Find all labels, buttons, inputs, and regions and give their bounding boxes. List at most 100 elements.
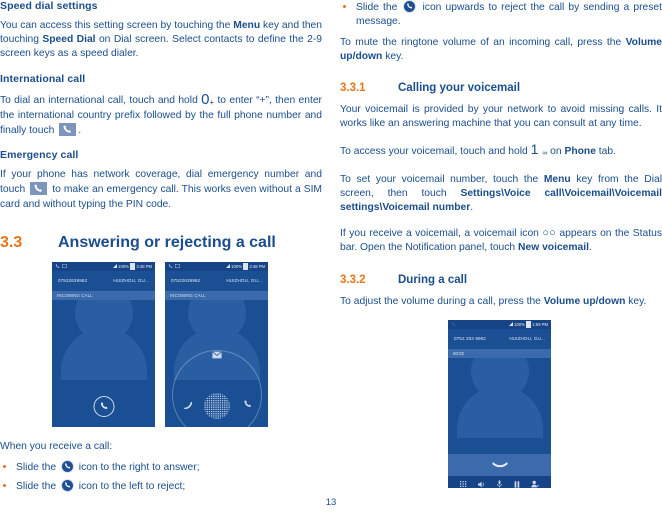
- menu-key-label: Menu: [233, 20, 261, 31]
- bullet-dot: [343, 5, 346, 8]
- vm-receive-text-3: .: [589, 242, 592, 254]
- manual-page: Speed dial settings You can access this …: [0, 0, 662, 512]
- emergency-call-heading: Emergency call: [0, 149, 79, 162]
- during-call-text-2: key.: [625, 295, 647, 307]
- phone-screenshot-incoming-2: 100% 3:48 PM 07522639962 HUIZHOU, GU... …: [165, 261, 268, 427]
- caller-avatar-area: [165, 299, 268, 427]
- answer-reject-bullets: Slide the icon to the right to answer; S…: [0, 460, 322, 495]
- during-call-text-1: To adjust the volume during a call, pres…: [340, 295, 544, 307]
- voicemail-receive-paragraph: If you receive a voicemail, a voicemail …: [340, 226, 662, 255]
- subsection-heading-3-3-1: 3.3.1 Calling your voicemail: [340, 82, 662, 94]
- speed-dial-text-1: You can access this setting screen by to…: [0, 20, 234, 31]
- call-status-icon: [55, 264, 60, 268]
- subsection-number: 3.3.1: [340, 82, 366, 94]
- receive-call-intro: When you receive a call:: [0, 440, 113, 452]
- bullet-reject-post: icon to the left to reject;: [75, 481, 186, 493]
- avatar-body: [60, 327, 147, 380]
- battery-icon: [130, 263, 135, 270]
- caller-info-row: 07522639962 HUIZHOU, GU...: [52, 270, 155, 291]
- phone-screenshot-incoming-1: 100% 3:48 PM 07522639962 HUIZHOU, GU... …: [52, 261, 155, 427]
- emergency-text-2: to make an emergency call. This works ev…: [0, 184, 323, 210]
- message-status-icon: [175, 264, 180, 269]
- clock-time: 3:48 PM: [136, 263, 152, 269]
- page-number: 13: [325, 497, 337, 508]
- bullet-answer: Slide the icon to the right to answer;: [0, 460, 322, 475]
- avatar-body: [456, 385, 543, 438]
- in-call-screenshot-wrap: 100% 1:59 PM 0752 263 9962 HUIZHOU, GU..…: [340, 319, 662, 490]
- subsection-title: Calling your voicemail: [398, 82, 521, 94]
- right-column: Slide the icon upwards to reject the cal…: [340, 0, 662, 490]
- clock-time: 1:59 PM: [532, 321, 548, 327]
- international-call-paragraph: To dial an international call, touch and…: [0, 92, 322, 139]
- caller-number: 07522639962: [58, 278, 88, 284]
- caller-location: HUIZHOU, GU...: [509, 336, 545, 342]
- call-status-icon: [451, 322, 456, 326]
- bullet-answer-post: icon to the right to answer;: [75, 462, 200, 474]
- status-left-icons: [55, 264, 67, 269]
- status-right: 100% 1:59 PM: [508, 321, 548, 328]
- send-message-icon[interactable]: [211, 351, 222, 360]
- answer-call-icon[interactable]: [243, 400, 252, 410]
- add-call-icon[interactable]: [531, 475, 540, 488]
- international-call-heading: International call: [0, 72, 86, 85]
- subsection-heading-3-3-2: 3.3.2 During a call: [340, 274, 662, 286]
- call-status-icon: [168, 264, 173, 268]
- caller-location: HUIZHOU, GU...: [113, 278, 149, 284]
- voicemail-access-paragraph: To access your voicemail, touch and hold…: [340, 142, 662, 161]
- emergency-call-paragraph: If your phone has network coverage, dial…: [0, 168, 322, 212]
- incoming-call-screenshots: 100% 3:48 PM 07522639962 HUIZHOU, GU... …: [0, 261, 322, 430]
- hold-icon[interactable]: [514, 475, 520, 488]
- answer-call-slider-icon[interactable]: [93, 395, 114, 417]
- bullet-reject-post: icon upwards to reject the call by sendi…: [356, 2, 662, 28]
- caller-number: 07522639962: [171, 278, 201, 284]
- section-title: Answering or rejecting a call: [58, 233, 276, 251]
- section-heading-3-3: 3.3 Answering or rejecting a call: [0, 234, 322, 252]
- clock-time: 3:48 PM: [249, 263, 265, 269]
- speed-dial-heading: Speed dial settings: [0, 0, 98, 12]
- reject-call-icon: [60, 479, 74, 493]
- vm-access-text-1: To access your voicemail, touch and hold: [340, 146, 531, 158]
- slide-handle-dots[interactable]: [203, 392, 230, 419]
- vm-set-text-1: To set your voicemail number, touch the: [340, 173, 544, 185]
- in-call-toolbar: [448, 475, 551, 488]
- during-call-paragraph: To adjust the volume during a call, pres…: [340, 295, 662, 309]
- battery-percent: 100%: [118, 263, 129, 269]
- status-left-icons: [168, 264, 180, 269]
- speaker-icon[interactable]: [478, 475, 486, 488]
- caller-avatar-area: [448, 357, 551, 454]
- caller-number: 0752 263 9962: [454, 336, 486, 342]
- reject-with-message-icon: [403, 0, 417, 13]
- status-right: 100% 3:48 PM: [225, 263, 265, 270]
- battery-percent: 100%: [514, 321, 525, 327]
- mute-ringtone-paragraph: To mute the ringtone volume of an incomi…: [340, 36, 662, 64]
- message-status-icon: [62, 264, 67, 269]
- phone-screenshot-in-call: 100% 1:59 PM 0752 263 9962 HUIZHOU, GU..…: [448, 319, 551, 488]
- signal-icon: [225, 264, 230, 269]
- intl-text-3: .: [78, 125, 82, 137]
- subsection-title: During a call: [398, 273, 468, 286]
- answer-call-icon: [60, 460, 74, 474]
- bullet-answer-pre: Slide the: [16, 462, 59, 474]
- bullet-reject-preset: Slide the icon upwards to reject the cal…: [340, 0, 662, 30]
- one-key-icon: 1 ∞: [530, 141, 548, 158]
- battery-icon: [243, 263, 248, 270]
- caller-location: HUIZHOU, GU...: [226, 278, 262, 284]
- phone-tab-label: Phone: [564, 146, 596, 158]
- vm-set-text-3: .: [470, 202, 474, 214]
- status-left-icons: [451, 322, 456, 327]
- vm-receive-text-1: If you receive a voicemail, a voicemail …: [340, 228, 543, 240]
- voicemail-intro-paragraph: Your voicemail is provided by your netwo…: [340, 104, 662, 130]
- mute-icon[interactable]: [497, 475, 503, 488]
- dialpad-icon[interactable]: [459, 475, 467, 488]
- call-timer: 00:02: [448, 348, 551, 358]
- zero-plus-key-icon: 0+: [201, 90, 215, 108]
- caller-info-row: 07522639962 HUIZHOU, GU...: [165, 270, 268, 291]
- mute-text-2: key.: [382, 50, 404, 62]
- voicemail-set-paragraph: To set your voicemail number, touch the …: [340, 173, 662, 216]
- section-number: 3.3: [0, 233, 23, 251]
- voicemail-icon: ○○: [542, 227, 556, 240]
- subsection-number: 3.3.2: [340, 273, 366, 286]
- new-voicemail-label: New voicemail: [518, 242, 589, 254]
- reject-call-icon[interactable]: [183, 400, 194, 410]
- end-call-bar[interactable]: [448, 453, 551, 476]
